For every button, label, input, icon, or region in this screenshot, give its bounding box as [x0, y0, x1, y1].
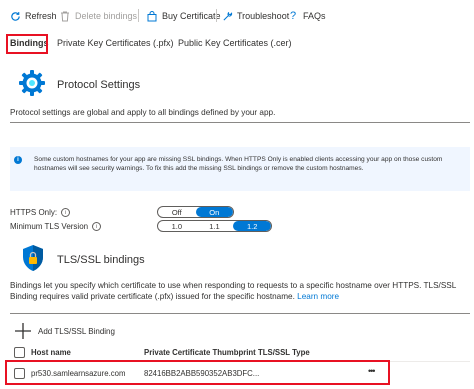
delete-bindings-label: Delete bindings — [75, 11, 138, 21]
toolbar-divider — [216, 9, 217, 22]
buy-certificate-label: Buy Certificate — [162, 11, 221, 21]
toolbar-divider — [138, 9, 139, 22]
tls-ssl-bindings-description: Bindings let you specify which certifica… — [10, 280, 465, 302]
refresh-button[interactable]: Refresh — [9, 8, 57, 24]
gear-icon — [18, 69, 46, 97]
https-only-on-option[interactable]: On — [195, 207, 233, 217]
shield-lock-icon — [22, 244, 44, 272]
add-tls-ssl-binding-button[interactable]: Add TLS/SSL Binding — [14, 322, 115, 340]
delete-bindings-button[interactable]: Delete bindings — [59, 8, 137, 24]
plus-icon — [14, 322, 32, 340]
binding-row-highlight — [5, 360, 390, 385]
column-header-host-name[interactable]: Host name — [31, 348, 71, 357]
trash-icon — [59, 10, 71, 22]
select-all-checkbox[interactable] — [14, 347, 25, 358]
info-circle-icon[interactable]: i — [92, 222, 102, 231]
wrench-icon — [221, 10, 233, 22]
question-mark-icon: ? — [289, 10, 297, 22]
section-divider — [10, 313, 470, 314]
tls-ssl-bindings-title: TLS/SSL bindings — [57, 254, 145, 266]
info-circle-icon[interactable]: i — [61, 208, 71, 217]
section-divider — [10, 122, 470, 123]
tab-private-key-certificates[interactable]: Private Key Certificates (.pfx) — [57, 38, 174, 48]
https-only-label-text: HTTPS Only: — [10, 208, 58, 217]
protocol-settings-title: Protocol Settings — [57, 79, 141, 91]
faqs-label: FAQs — [303, 11, 326, 21]
buy-certificate-button[interactable]: Buy Certificate — [146, 8, 221, 24]
minimum-tls-label-text: Minimum TLS Version — [10, 222, 89, 231]
info-icon: i — [14, 156, 22, 164]
bindings-description-text: Bindings let you specify which certifica… — [10, 281, 456, 301]
info-banner-text: Some custom hostnames for your app are m… — [34, 156, 443, 172]
refresh-label: Refresh — [25, 11, 57, 21]
tls-1-0-option[interactable]: 1.0 — [158, 221, 196, 231]
troubleshoot-label: Troubleshoot — [237, 11, 290, 21]
protocol-settings-description: Protocol settings are global and apply t… — [10, 108, 276, 117]
https-only-toggle[interactable]: Off On — [157, 206, 234, 218]
troubleshoot-button[interactable]: Troubleshoot — [221, 8, 289, 24]
tab-public-key-certificates[interactable]: Public Key Certificates (.cer) — [178, 38, 292, 48]
https-only-off-option[interactable]: Off — [158, 207, 196, 217]
faqs-button[interactable]: ? FAQs — [287, 8, 326, 24]
https-only-label: HTTPS Only: i — [10, 208, 71, 217]
refresh-icon — [9, 10, 21, 22]
tls-1-2-option[interactable]: 1.2 — [233, 221, 271, 231]
minimum-tls-label: Minimum TLS Version i — [10, 222, 102, 231]
column-header-thumbprint[interactable]: Private Certificate Thumbprint — [144, 348, 256, 357]
minimum-tls-selector[interactable]: 1.0 1.1 1.2 — [157, 220, 272, 232]
tls-1-1-option[interactable]: 1.1 — [196, 221, 234, 231]
command-bar: Refresh Delete bindings Buy Certificate … — [0, 0, 474, 30]
column-header-tls-ssl-type[interactable]: TLS/SSL Type — [258, 348, 310, 357]
shopping-bag-icon — [146, 10, 158, 22]
tab-bindings-highlight — [6, 34, 48, 54]
add-binding-label: Add TLS/SSL Binding — [38, 326, 115, 336]
learn-more-link[interactable]: Learn more — [297, 292, 339, 301]
